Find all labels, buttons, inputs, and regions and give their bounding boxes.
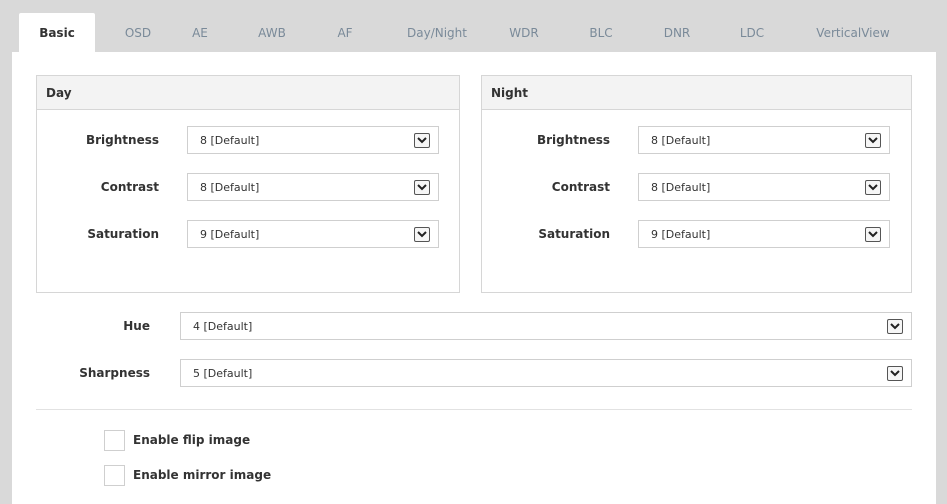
day-saturation-select[interactable]: 9 [Default] [187, 220, 439, 248]
chevron-down-icon[interactable] [414, 227, 430, 242]
chevron-down-icon[interactable] [865, 180, 881, 195]
tab-basic[interactable]: Basic [19, 13, 95, 52]
chevron-down-icon[interactable] [887, 366, 903, 381]
hue-value: 4 [Default] [193, 319, 253, 333]
settings-content: Day Brightness 8 [Default] Contrast 8 [D… [12, 52, 936, 504]
sharpness-label: Sharpness [79, 366, 150, 380]
tab-af[interactable]: AF [325, 13, 365, 52]
tab-awb[interactable]: AWB [248, 13, 296, 52]
tab-day-night[interactable]: Day/Night [397, 13, 477, 52]
sharpness-select[interactable]: 5 [Default] [180, 359, 912, 387]
mirror-image-label[interactable]: Enable mirror image [133, 465, 271, 486]
day-panel: Day Brightness 8 [Default] Contrast 8 [D… [36, 75, 460, 293]
tab-blc[interactable]: BLC [578, 13, 624, 52]
mirror-image-checkbox[interactable] [104, 465, 125, 486]
hue-select[interactable]: 4 [Default] [180, 312, 912, 340]
tab-ae[interactable]: AE [180, 13, 220, 52]
section-divider [36, 409, 912, 410]
day-panel-title: Day [37, 76, 459, 110]
day-contrast-label: Contrast [100, 180, 159, 194]
day-contrast-select[interactable]: 8 [Default] [187, 173, 439, 201]
sharpness-value: 5 [Default] [193, 366, 253, 380]
night-brightness-select[interactable]: 8 [Default] [638, 126, 890, 154]
chevron-down-icon[interactable] [414, 180, 430, 195]
day-saturation-value: 9 [Default] [200, 227, 260, 241]
tab-wdr[interactable]: WDR [500, 13, 548, 52]
chevron-down-icon[interactable] [865, 133, 881, 148]
night-panel: Night Brightness 8 [Default] Contrast 8 … [481, 75, 912, 293]
day-saturation-label: Saturation [87, 227, 159, 241]
tab-osd[interactable]: OSD [112, 13, 164, 52]
night-saturation-value: 9 [Default] [651, 227, 711, 241]
flip-image-checkbox[interactable] [104, 430, 125, 451]
night-panel-title: Night [482, 76, 911, 110]
day-brightness-select[interactable]: 8 [Default] [187, 126, 439, 154]
day-brightness-label: Brightness [85, 133, 159, 147]
tab-ldc[interactable]: LDC [730, 13, 774, 52]
night-brightness-value: 8 [Default] [651, 133, 711, 147]
tab-dnr[interactable]: DNR [653, 13, 701, 52]
night-contrast-label: Contrast [551, 180, 610, 194]
night-saturation-select[interactable]: 9 [Default] [638, 220, 890, 248]
chevron-down-icon[interactable] [887, 319, 903, 334]
night-contrast-select[interactable]: 8 [Default] [638, 173, 890, 201]
flip-image-label[interactable]: Enable flip image [133, 430, 250, 451]
night-contrast-value: 8 [Default] [651, 180, 711, 194]
hue-label: Hue [123, 319, 150, 333]
chevron-down-icon[interactable] [865, 227, 881, 242]
chevron-down-icon[interactable] [414, 133, 430, 148]
tab-verticalview[interactable]: VerticalView [808, 13, 898, 52]
night-saturation-label: Saturation [538, 227, 610, 241]
tab-bar: Basic OSD AE AWB AF Day/Night WDR BLC DN… [0, 0, 947, 52]
day-contrast-value: 8 [Default] [200, 180, 260, 194]
day-brightness-value: 8 [Default] [200, 133, 260, 147]
night-brightness-label: Brightness [536, 133, 610, 147]
